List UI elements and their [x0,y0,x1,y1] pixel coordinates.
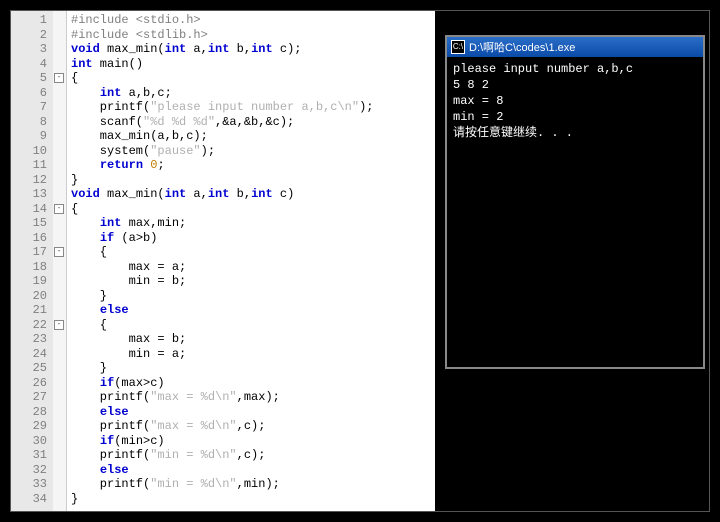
line-number: 13 [13,187,47,202]
line-number: 26 [13,376,47,391]
line-number: 16 [13,231,47,246]
console-output: please input number a,b,c5 8 2max = 8min… [447,57,703,145]
line-number: 19 [13,274,47,289]
line-number-gutter: 1234567891011121314151617181920212223242… [11,11,53,511]
line-number: 12 [13,173,47,188]
line-number: 25 [13,361,47,376]
code-line[interactable]: } [71,289,431,304]
code-line[interactable]: system("pause"); [71,144,431,159]
console-line: please input number a,b,c [453,61,697,77]
code-line[interactable]: #include <stdio.h> [71,13,431,28]
line-number: 20 [13,289,47,304]
code-line[interactable]: min = b; [71,274,431,289]
console-line: 5 8 2 [453,77,697,93]
line-number: 14 [13,202,47,217]
fold-toggle[interactable]: - [54,247,64,257]
code-line[interactable]: return 0; [71,158,431,173]
code-line[interactable]: printf("min = %d\n",c); [71,448,431,463]
console-line: 请按任意键继续. . . [453,125,697,141]
code-line[interactable]: if (a>b) [71,231,431,246]
code-line[interactable]: } [71,492,431,507]
code-line[interactable]: int a,b,c; [71,86,431,101]
console-window[interactable]: C:\ D:\啊哈C\codes\1.exe please input numb… [445,35,705,369]
code-line[interactable]: } [71,173,431,188]
fold-toggle[interactable]: - [54,320,64,330]
line-number: 33 [13,477,47,492]
code-line[interactable]: scanf("%d %d %d",&a,&b,&c); [71,115,431,130]
line-number: 10 [13,144,47,159]
line-number: 7 [13,100,47,115]
code-line[interactable]: else [71,463,431,478]
line-number: 32 [13,463,47,478]
line-number: 1 [13,13,47,28]
line-number: 27 [13,390,47,405]
line-number: 30 [13,434,47,449]
line-number: 21 [13,303,47,318]
code-editor[interactable]: 1234567891011121314151617181920212223242… [11,11,435,511]
line-number: 9 [13,129,47,144]
line-number: 28 [13,405,47,420]
code-line[interactable]: min = a; [71,347,431,362]
code-line[interactable]: { [71,202,431,217]
code-line[interactable]: } [71,361,431,376]
line-number: 18 [13,260,47,275]
line-number: 17 [13,245,47,260]
line-number: 34 [13,492,47,507]
console-line: min = 2 [453,109,697,125]
line-number: 8 [13,115,47,130]
code-line[interactable]: if(min>c) [71,434,431,449]
code-line[interactable]: { [71,318,431,333]
line-number: 24 [13,347,47,362]
code-line[interactable]: void max_min(int a,int b,int c) [71,187,431,202]
code-line[interactable]: { [71,71,431,86]
console-title: D:\啊哈C\codes\1.exe [469,39,575,55]
line-number: 3 [13,42,47,57]
code-line[interactable]: int main() [71,57,431,72]
line-number: 6 [13,86,47,101]
code-line[interactable]: int max,min; [71,216,431,231]
fold-toggle[interactable]: - [54,204,64,214]
code-line[interactable]: void max_min(int a,int b,int c); [71,42,431,57]
console-line: max = 8 [453,93,697,109]
code-line[interactable]: #include <stdlib.h> [71,28,431,43]
code-area[interactable]: #include <stdio.h>#include <stdlib.h>voi… [67,11,435,511]
fold-column[interactable]: - - - - [53,11,67,511]
app-frame: 1234567891011121314151617181920212223242… [10,10,710,512]
code-line[interactable]: else [71,303,431,318]
line-number: 2 [13,28,47,43]
code-line[interactable]: max = a; [71,260,431,275]
line-number: 15 [13,216,47,231]
line-number: 4 [13,57,47,72]
fold-toggle[interactable]: - [54,73,64,83]
code-line[interactable]: printf("max = %d\n",c); [71,419,431,434]
line-number: 22 [13,318,47,333]
line-number: 5 [13,71,47,86]
code-line[interactable]: { [71,245,431,260]
code-line[interactable]: printf("max = %d\n",max); [71,390,431,405]
line-number: 23 [13,332,47,347]
code-line[interactable]: printf("min = %d\n",min); [71,477,431,492]
console-titlebar[interactable]: C:\ D:\啊哈C\codes\1.exe [447,37,703,57]
code-line[interactable]: max = b; [71,332,431,347]
line-number: 31 [13,448,47,463]
code-line[interactable]: printf("please input number a,b,c\n"); [71,100,431,115]
code-line[interactable]: else [71,405,431,420]
console-icon: C:\ [451,40,465,54]
line-number: 29 [13,419,47,434]
code-line[interactable]: max_min(a,b,c); [71,129,431,144]
line-number: 11 [13,158,47,173]
code-line[interactable]: if(max>c) [71,376,431,391]
